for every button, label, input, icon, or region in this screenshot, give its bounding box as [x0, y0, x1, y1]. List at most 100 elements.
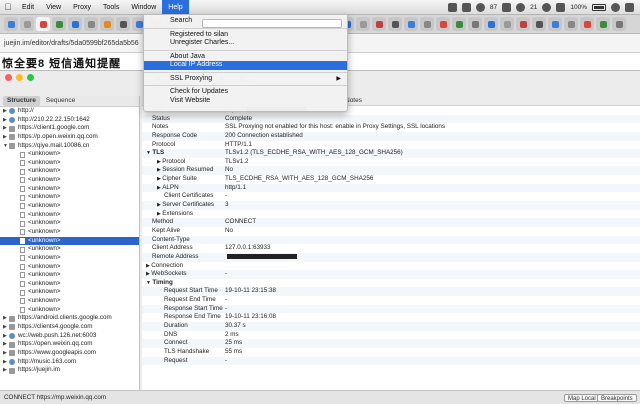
menu-view[interactable]: View	[40, 0, 67, 15]
tree-host[interactable]: ▶ http://	[0, 107, 139, 116]
browser-tab[interactable]	[548, 17, 562, 31]
browser-tab[interactable]	[20, 17, 34, 31]
tree-item[interactable]: <unknown>	[0, 263, 139, 272]
menu-item-check-updates[interactable]: Check for Updates	[144, 88, 347, 97]
tree-host[interactable]: ▶ https://p.open.weixin.qq.com	[0, 133, 139, 142]
close-icon[interactable]	[5, 73, 12, 81]
volume-icon[interactable]	[556, 3, 566, 12]
tree-item[interactable]: <unknown>	[0, 185, 139, 194]
tree-item[interactable]: <unknown>	[0, 280, 139, 289]
url-text[interactable]: juejin.im/editor/drafts/5da0599bf265da5b…	[4, 40, 139, 47]
browser-tab[interactable]	[532, 17, 546, 31]
browser-tab[interactable]	[100, 17, 114, 31]
detail-row[interactable]: ▶ ALPN http/1.1	[142, 183, 640, 193]
tree-item[interactable]: <unknown>	[0, 254, 139, 263]
browser-tab[interactable]	[4, 17, 18, 31]
tree-host[interactable]: ▶ https://juejin.im	[0, 366, 139, 375]
browser-tab[interactable]	[612, 17, 626, 31]
tree-item[interactable]: <unknown>	[0, 245, 139, 254]
tree-host[interactable]: ▶ https://open.weixin.qq.com	[0, 340, 139, 349]
browser-tab[interactable]	[564, 17, 578, 31]
menu-tools[interactable]: Tools	[97, 0, 125, 15]
tree-item[interactable]: <unknown>	[0, 271, 139, 280]
detail-row[interactable]: ▶ Connection	[142, 262, 640, 271]
tree-item[interactable]: <unknown>	[0, 167, 139, 176]
tree-host[interactable]: ▶ http://music.163.com	[0, 358, 139, 367]
menu-window[interactable]: Window	[125, 0, 162, 15]
menu-item-unregister[interactable]: Unregister Charles...	[144, 39, 347, 48]
tree-host[interactable]: ▶ wc://web.push.126.net:6003	[0, 332, 139, 341]
detail-row[interactable]: Duration 30.37 s	[142, 322, 640, 331]
app-icon[interactable]	[447, 3, 457, 12]
detail-row[interactable]: ▶ Session Resumed No	[142, 166, 640, 176]
tree-item[interactable]: <unknown>	[0, 150, 139, 159]
browser-tab[interactable]	[84, 17, 98, 31]
tree-item[interactable]: <unknown>	[0, 219, 139, 228]
tree-item[interactable]: <unknown>	[0, 288, 139, 297]
browser-tab[interactable]	[452, 17, 466, 31]
tree-item[interactable]: <unknown>	[0, 236, 139, 246]
tree-host[interactable]: ▼ https://qiye.mail.10086.cn	[0, 142, 139, 151]
detail-row[interactable]: Connect 25 ms	[142, 339, 640, 348]
browser-tab[interactable]	[420, 17, 434, 31]
detail-row[interactable]: Client Address 127.0.0.1:63933	[142, 244, 640, 253]
browser-tab[interactable]	[404, 17, 418, 31]
browser-tab[interactable]	[468, 17, 482, 31]
menu-item-ssl-proxying[interactable]: SSL Proxying ▶	[144, 75, 347, 84]
battery-icon[interactable]	[592, 4, 606, 11]
detail-row[interactable]: ▼ Timing	[142, 279, 640, 288]
menu-edit[interactable]: Edit	[16, 0, 40, 15]
browser-tab[interactable]	[36, 17, 50, 31]
wifi-icon[interactable]	[542, 3, 552, 12]
tree-item[interactable]: <unknown>	[0, 211, 139, 220]
detail-row[interactable]: ▶ Cipher Suite TLS_ECDHE_RSA_WITH_AES_128…	[142, 175, 640, 184]
menu-item-registered[interactable]: Registered to silan	[144, 31, 347, 40]
search-icon[interactable]	[611, 3, 620, 12]
detail-row[interactable]: Remote Address	[142, 252, 640, 262]
detail-row[interactable]: Request Start Time 19-10-11 23:15:38	[142, 287, 640, 297]
browser-tab[interactable]	[484, 17, 498, 31]
tree-item[interactable]: <unknown>	[0, 176, 139, 185]
tree-item[interactable]: <unknown>	[0, 202, 139, 211]
app-icon[interactable]	[502, 3, 512, 12]
detail-row[interactable]: ▼ TLS TLSv1.2 (TLS_ECDHE_RSA_WITH_AES_128…	[142, 149, 640, 158]
tree-host[interactable]: ▶ https://www.googleapis.com	[0, 349, 139, 358]
detail-row[interactable]: TLS Handshake 55 ms	[142, 348, 640, 357]
tree-item[interactable]: <unknown>	[0, 193, 139, 202]
detail-row[interactable]: Method CONNECT	[142, 218, 640, 227]
menu-icon[interactable]	[625, 3, 634, 12]
menu-item-visit-website[interactable]: Visit Website	[144, 97, 347, 106]
detail-row[interactable]: Notes SSL Proxying not enabled for this h…	[142, 123, 640, 132]
detail-row[interactable]: Content-Type	[142, 235, 640, 245]
tree-host[interactable]: ▶ https://clients4.google.com	[0, 323, 139, 332]
detail-row[interactable]: Response End Time 19-10-11 23:16:08	[142, 313, 640, 322]
app-icon[interactable]	[461, 3, 471, 12]
browser-tab[interactable]	[116, 17, 130, 31]
detail-row[interactable]: Request End Time -	[142, 296, 640, 305]
browser-tab[interactable]	[372, 17, 386, 31]
detail-row[interactable]: Response Start Time -	[142, 304, 640, 314]
minimize-icon[interactable]	[16, 73, 23, 81]
tree-item[interactable]: <unknown>	[0, 297, 139, 306]
browser-tab[interactable]	[596, 17, 610, 31]
tree-item[interactable]: <unknown>	[0, 228, 139, 237]
tree-item[interactable]: <unknown>	[0, 159, 139, 168]
apple-icon[interactable]: 	[0, 2, 16, 12]
tree-host[interactable]: ▶ https://client1.google.com	[0, 124, 139, 133]
detail-row[interactable]: Protocol HTTP/1.1	[142, 141, 640, 150]
browser-tab[interactable]	[500, 17, 514, 31]
menu-search-input[interactable]	[202, 19, 342, 28]
browser-tab[interactable]	[388, 17, 402, 31]
browser-tab[interactable]	[516, 17, 530, 31]
browser-tab[interactable]	[356, 17, 370, 31]
detail-row[interactable]: Request -	[142, 356, 640, 366]
map-local-button[interactable]: Map Local	[564, 394, 600, 402]
user-icon[interactable]	[516, 3, 526, 12]
detail-row[interactable]: DNS 2 ms	[142, 331, 640, 340]
detail-row[interactable]: Kept Alive No	[142, 227, 640, 236]
detail-row[interactable]: ▶ Extensions	[142, 210, 640, 219]
browser-tab[interactable]	[52, 17, 66, 31]
detail-row[interactable]: Response Code 200 Connection established	[142, 131, 640, 141]
breakpoints-button[interactable]: Breakpoints	[597, 394, 637, 402]
detail-row[interactable]: ▶ WebSockets -	[142, 270, 640, 279]
